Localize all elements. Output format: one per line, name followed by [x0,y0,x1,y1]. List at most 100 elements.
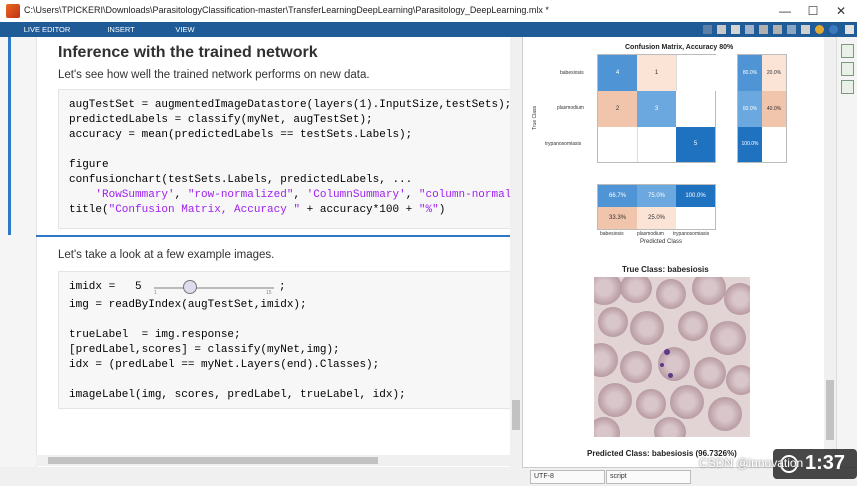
code-line[interactable]: predictedLabels = classify(myNet, augTes… [69,113,373,128]
cut-icon[interactable] [717,25,726,34]
code-line[interactable]: title("Confusion Matrix, Accuracy " + ac… [69,203,445,218]
code-block-inference[interactable]: augTestSet = augmentedImageDatastore(lay… [58,89,512,229]
section-indicator [8,37,11,235]
column-label: plasmodium [637,231,664,237]
copy-icon[interactable] [731,25,740,34]
help-icon[interactable] [815,25,824,34]
row-summary-cell: 20.0% [762,55,786,91]
code-string: "Confusion Matrix, Accuracy " [108,204,301,216]
expand-toolstrip-icon[interactable] [845,25,854,34]
slider-max-label: 15 [266,290,272,296]
code-text: title( [69,204,109,216]
tab-insert[interactable]: INSERT [96,22,146,37]
matlab-logo-icon [6,4,20,18]
true-class-title: True Class: babesiosis [622,265,709,274]
section-text: Let's see how well the trained network p… [58,69,370,81]
parasite-dot [660,363,664,367]
x-axis-label: Predicted Class [640,239,683,245]
row-label: plasmodium [557,105,584,111]
cm-cell: 2 [598,91,637,127]
file-type-status: script [606,470,691,484]
code-line[interactable]: ; [279,280,286,295]
layout-icon[interactable] [801,25,810,34]
cm-cell: 4 [598,55,637,91]
cm-cell [598,127,637,162]
imidx-slider-track[interactable] [154,287,274,289]
code-line[interactable]: img = readByIndex(augTestSet,imidx); [69,298,307,313]
video-time: 1:37 [805,452,846,474]
editor-horizontal-scroll-thumb[interactable] [48,457,378,464]
row-label: trypanosomiasis [545,141,582,147]
code-line[interactable]: imageLabel(img, scores, predLabel, trueL… [69,388,406,403]
parasite-dot [668,373,673,378]
column-summary-cell [676,207,715,229]
paste-icon[interactable] [745,25,754,34]
parasite-dot [664,349,670,355]
cm-cell: 3 [637,91,676,127]
code-line[interactable]: imidx = 5 [69,280,142,295]
output-right-icon[interactable] [841,62,854,76]
section-text: Let's take a look at a few example image… [58,249,275,261]
code-line[interactable]: [predLabel,scores] = classify(myNet,img)… [69,343,340,358]
row-summary-cell: 60.0% [738,91,762,127]
y-axis-label: True Class [532,106,538,130]
toolstrip-tabs: LIVE EDITOR INSERT VIEW [0,22,857,37]
row-summary-cell [762,127,786,162]
row-summary-cell: 80.0% [738,55,762,91]
code-text: ) [438,204,446,216]
code-string: "%" [418,204,439,216]
code-line[interactable]: accuracy = mean(predictedLabels == testS… [69,128,412,143]
code-block-examples[interactable]: imidx = 5 ; img = readByIndex(augTestSet… [58,271,512,409]
code-string: "row-normalized" [187,189,294,201]
cm-cell: 5 [676,127,715,162]
code-text: , [293,189,307,201]
code-line[interactable]: augTestSet = augmentedImageDatastore(lay… [69,98,511,113]
maximize-button[interactable]: ☐ [799,2,827,20]
tab-view[interactable]: VIEW [164,22,206,37]
code-line[interactable]: 'RowSummary', "row-normalized", 'ColumnS… [69,188,512,203]
code-line[interactable]: figure [69,158,109,173]
code-line[interactable]: confusionchart(testSets.Labels, predicte… [69,173,412,188]
confusion-matrix-grid: 4 1 2 3 5 [597,54,716,163]
editor-vertical-scroll-thumb[interactable] [512,400,520,430]
close-button[interactable]: ✕ [827,2,855,20]
watermark: CSDN @innovation [699,456,804,470]
editor-gutter [0,37,37,467]
slider-min-label: 1 [154,290,157,296]
redo-icon[interactable] [773,25,782,34]
row-summary-cell: 40.0% [762,91,786,127]
code-line[interactable]: idx = (predLabel == myNet.Layers(end).Cl… [69,358,379,373]
minimize-button[interactable]: — [771,2,799,20]
code-string: 'RowSummary' [95,189,175,201]
code-string: 'ColumnSummary' [306,189,406,201]
cm-cell [676,91,715,127]
column-summary-cell: 100.0% [676,185,715,207]
imidx-slider-thumb[interactable] [183,280,197,294]
output-toolbar [836,37,857,467]
switch-windows-icon[interactable] [787,25,796,34]
output-inline-icon[interactable] [841,44,854,58]
code-string: "column-normaliz [418,189,512,201]
section-break [36,235,522,237]
code-text: + accuracy*100 + [300,204,419,216]
output-scroll-thumb[interactable] [826,380,834,440]
code-text: , [405,189,419,201]
column-summary: 66.7% 75.0% 100.0% 33.3% 25.0% [597,184,716,230]
save-icon[interactable] [703,25,712,34]
row-summary: 80.0% 20.0% 60.0% 40.0% 100.0% [737,54,787,163]
cm-cell [637,127,677,162]
tab-live-editor[interactable]: LIVE EDITOR [14,22,80,37]
confusion-matrix-title: Confusion Matrix, Accuracy 80% [625,44,734,51]
row-summary-cell: 100.0% [738,127,762,162]
search-docs-icon[interactable] [829,25,838,34]
undo-icon[interactable] [759,25,768,34]
cm-cell: 1 [637,55,676,91]
code-text: , [174,189,188,201]
code-line[interactable]: trueLabel = img.response; [69,328,241,343]
window-title: C:\Users\TPICKERI\Downloads\Parasitology… [24,5,549,15]
text-only-icon[interactable] [841,80,854,94]
blood-smear-image [594,277,750,437]
row-label: babesiosis [560,70,584,76]
cm-cell [676,55,716,91]
